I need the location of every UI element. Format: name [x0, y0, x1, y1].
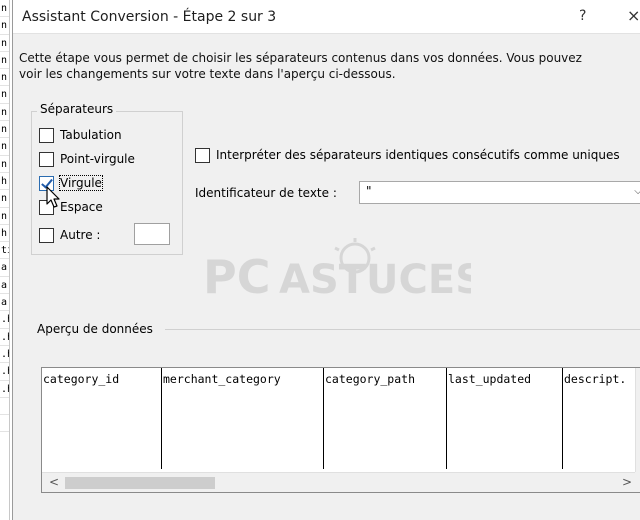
separators-legend: Séparateurs — [37, 102, 117, 116]
preview-table: category_id merchant_category category_p… — [42, 368, 637, 469]
preview-column: category_path — [324, 368, 447, 469]
horizontal-scrollbar[interactable]: < > — [42, 472, 637, 492]
background-sheet-cell: n — [0, 0, 9, 18]
other-separator-input[interactable] — [134, 223, 170, 245]
help-button[interactable]: ? — [579, 8, 586, 24]
background-sheet-cell: n — [0, 156, 9, 173]
intro-line-2: voir les changements sur votre texte dan… — [19, 67, 396, 81]
background-sheet-cell: .h — [0, 381, 9, 398]
scroll-left-icon[interactable]: < — [49, 475, 59, 489]
other-label: Autre : — [60, 228, 101, 242]
background-sheet-cell: .h — [0, 363, 9, 381]
semicolon-label: Point-virgule — [60, 152, 135, 166]
background-sheet-cell: n — [0, 52, 9, 70]
background-sheet-cell: .h — [0, 311, 9, 329]
background-sheet-cell: n — [0, 121, 9, 139]
scroll-right-icon[interactable]: > — [622, 475, 632, 489]
background-sheet-cell: n — [0, 138, 9, 156]
background-sheet-cell: a — [0, 259, 9, 277]
background-sheet-cell: n — [0, 190, 9, 208]
semicolon-checkbox[interactable] — [39, 151, 54, 167]
preview-separator-line — [165, 329, 640, 330]
preview-column-header: last_updated — [448, 372, 532, 386]
background-sheet-cell: n — [0, 17, 9, 35]
background-sheet-cell: n — [0, 86, 9, 104]
preview-column-header: category_path — [325, 372, 416, 386]
consecutive-option[interactable]: Interpréter des séparateurs identiques c… — [195, 147, 620, 163]
background-sheet-cell: n — [0, 35, 9, 52]
background-sheet-cell: .h — [0, 329, 9, 346]
semicolon-option[interactable]: Point-virgule — [39, 151, 135, 167]
background-spreadsheet-strip: nnnnnnnnnnhnnhtıaaa.h.h.h.h.h — [0, 0, 10, 520]
background-sheet-cell: a — [0, 277, 9, 295]
intro-text: Cette étape vous permet de choisir les s… — [19, 50, 640, 82]
background-sheet-cell: n — [0, 208, 9, 225]
horizontal-scroll-thumb[interactable] — [65, 477, 215, 489]
chevron-down-icon[interactable]: ⌵ — [630, 186, 640, 200]
background-sheet-cell: h — [0, 173, 9, 191]
preview-column-header: category_id — [43, 372, 120, 386]
other-option[interactable]: Autre : — [39, 227, 100, 243]
background-sheet-cell: n — [0, 69, 9, 87]
preview-legend: Aperçu de données — [37, 322, 157, 336]
text-qualifier-label: Identificateur de texte : — [195, 186, 337, 200]
text-import-wizard-dialog: Assistant Conversion - Étape 2 sur 3 ? ×… — [12, 0, 640, 520]
tab-option[interactable]: Tabulation — [39, 127, 122, 143]
preview-column: descript. — [563, 368, 637, 469]
mouse-pointer-icon — [46, 186, 60, 208]
consecutive-label: Interpréter des séparateurs identiques c… — [216, 148, 620, 162]
preview-column: category_id — [42, 368, 162, 469]
background-sheet-cell: .h — [0, 346, 9, 364]
consecutive-checkbox[interactable] — [195, 147, 210, 163]
dialog-title: Assistant Conversion - Étape 2 sur 3 — [22, 9, 277, 25]
watermark-astuces: ASTUCES — [279, 257, 471, 298]
close-button[interactable]: × — [627, 6, 640, 25]
background-sheet-cell: tı — [0, 242, 9, 260]
background-sheet-cell: n — [0, 104, 9, 122]
text-qualifier-value: " — [366, 184, 372, 198]
scrollbar-corner — [635, 472, 640, 492]
text-qualifier-select[interactable]: " ⌵ — [359, 181, 640, 204]
preview-column: merchant_category — [162, 368, 324, 469]
background-sheet-cell — [0, 398, 9, 416]
tab-label: Tabulation — [60, 128, 122, 142]
vertical-scrollbar[interactable]: ▲ ▼ — [635, 368, 640, 475]
intro-line-1: Cette étape vous permet de choisir les s… — [19, 51, 582, 65]
background-sheet-cell: h — [0, 225, 9, 243]
preview-column-header: merchant_category — [163, 372, 281, 386]
title-bar: Assistant Conversion - Étape 2 sur 3 ? × — [13, 0, 640, 34]
tab-checkbox[interactable] — [39, 127, 54, 143]
preview-column-header: descript. — [564, 372, 627, 386]
background-sheet-cell: a — [0, 294, 9, 312]
space-label: Espace — [60, 200, 103, 214]
other-checkbox[interactable] — [39, 227, 54, 243]
preview-column: last_updated — [447, 368, 563, 469]
pc-astuces-watermark-logo: PC ASTUCES — [203, 238, 471, 298]
comma-label: Virgule — [59, 175, 103, 191]
background-sheet-cell — [0, 415, 9, 433]
watermark-pc: PC — [203, 250, 270, 298]
data-preview-pane[interactable]: category_id merchant_category category_p… — [41, 367, 640, 493]
